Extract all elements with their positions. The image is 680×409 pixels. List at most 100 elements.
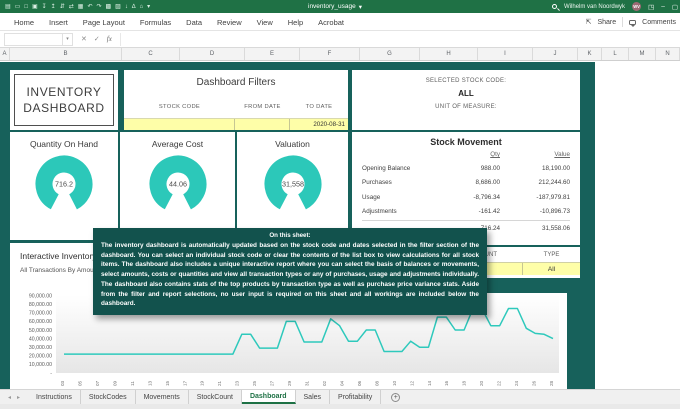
from-date-input-cell[interactable] — [235, 119, 290, 130]
maximize-button[interactable]: ▢ — [672, 3, 678, 11]
column-header-K[interactable]: K — [578, 48, 602, 60]
x-axis-tick-label: 08 — [374, 380, 379, 386]
to-date-label: TO DATE — [305, 104, 333, 110]
y-axis-tick-label: 30,000.00 — [29, 345, 52, 351]
sheet-tabs: Instructions StockCodes Movements StockCoun… — [28, 390, 382, 404]
add-sheet-button[interactable]: + — [391, 390, 401, 404]
x-axis-tick-label: 14 — [427, 380, 432, 386]
selected-stock-code-label: SELECTED STOCK CODE: — [425, 78, 507, 84]
column-header-A[interactable]: A — [0, 48, 10, 60]
gauge-donut[interactable]: 31,558 — [237, 154, 348, 219]
print-icon[interactable]: ▣ — [32, 4, 38, 10]
stock-code-label: STOCK CODE — [158, 104, 201, 110]
transactions-line-series[interactable] — [64, 307, 554, 355]
grid-icon[interactable]: ▩ — [106, 4, 112, 10]
formula-input[interactable] — [119, 32, 680, 46]
dashboard-sheet: INVENTORY DASHBOARD Dashboard Filters ST… — [0, 62, 595, 389]
to-date-input-cell[interactable]: 2020-08-31 — [290, 119, 348, 130]
y-axis-tick-label: 20,000.00 — [29, 354, 52, 360]
download-icon[interactable]: ↓ — [125, 4, 128, 10]
chevron-down-icon: ▾ — [358, 3, 362, 11]
pivot-icon[interactable]: ▨ — [115, 4, 121, 10]
gauge-donut[interactable]: 44.06 — [120, 154, 235, 219]
column-header-I[interactable]: I — [478, 48, 533, 60]
ribbon-tab-home[interactable]: Home — [14, 18, 34, 27]
column-header-G[interactable]: G — [360, 48, 420, 60]
sheet-tab-dashboard[interactable]: Dashboard — [241, 390, 296, 404]
x-axis-tick-label: 28 — [549, 380, 554, 386]
y-axis-tick-label: 80,000.00 — [29, 302, 52, 308]
stock-code-input-cell[interactable] — [124, 119, 235, 130]
sheet-tab-stockcount[interactable]: StockCount — [189, 390, 242, 404]
type-input-cell[interactable]: All — [523, 263, 580, 275]
tooltip-title: On this sheet: — [269, 232, 311, 239]
import-icon[interactable]: ↥ — [51, 4, 56, 10]
gauge-donut[interactable]: 716.2 — [10, 154, 118, 219]
x-axis-tick-label: 11 — [130, 381, 135, 386]
ribbon-options-icon[interactable]: ◳ — [648, 3, 654, 11]
column-header-M[interactable]: M — [629, 48, 656, 60]
column-header-H[interactable]: H — [420, 48, 478, 60]
ribbon-tab-data[interactable]: Data — [186, 18, 202, 27]
cancel-icon[interactable]: ✕ — [81, 35, 87, 43]
redo-icon[interactable]: ↷ — [96, 4, 101, 10]
share-button[interactable]: Share — [597, 19, 616, 26]
open-icon[interactable]: ▭ — [15, 4, 21, 10]
sheet-tab-instructions[interactable]: Instructions — [28, 390, 81, 404]
qty-column-header: Qty — [490, 151, 500, 158]
column-header-F[interactable]: F — [300, 48, 360, 60]
ribbon-tab-review[interactable]: Review — [217, 18, 242, 27]
sort-icon[interactable]: ⇵ — [60, 4, 65, 10]
sheet-tab-stockcodes[interactable]: StockCodes — [81, 390, 136, 404]
avatar[interactable]: WV — [632, 2, 642, 11]
x-axis-tick-label: 21 — [217, 380, 222, 386]
comments-button[interactable]: Comments — [642, 19, 676, 26]
new-icon[interactable]: □ — [24, 4, 28, 10]
stock-movement-row: Usage -8,796.34 -187,979.81 — [362, 193, 570, 201]
ribbon-tab-acrobat[interactable]: Acrobat — [318, 18, 344, 27]
column-header-J[interactable]: J — [533, 48, 578, 60]
column-headers: ABCDEFGHIJKLMN — [0, 48, 680, 61]
sheet-tab-sales[interactable]: Sales — [296, 390, 331, 404]
sheet-tab-profitability[interactable]: Profitability — [330, 390, 382, 404]
x-axis-tick-label: 16 — [444, 380, 449, 386]
name-box-dropdown-icon[interactable]: ▾ — [62, 32, 73, 46]
save-icon[interactable]: ▤ — [5, 4, 11, 10]
ribbon-tab-help[interactable]: Help — [288, 18, 303, 27]
column-header-N[interactable]: N — [656, 48, 680, 60]
workbook-title[interactable]: inventory_usage ▾ — [308, 0, 362, 13]
x-axis-tick-label: 06 — [357, 380, 362, 386]
home-icon[interactable]: ⌂ — [140, 4, 144, 10]
minimize-button[interactable]: – — [661, 3, 665, 10]
column-header-D[interactable]: D — [180, 48, 245, 60]
x-axis-tick-label: 31 — [305, 380, 310, 386]
export-icon[interactable]: ↧ — [42, 4, 47, 10]
table-icon[interactable]: ▦ — [78, 4, 84, 10]
name-box[interactable] — [4, 32, 62, 46]
insert-function-icon[interactable]: fx — [107, 35, 112, 43]
y-axis-tick-label: 10,000.00 — [29, 362, 52, 368]
svg-text:716.2: 716.2 — [55, 180, 73, 189]
dashboard-title-line1: INVENTORY — [26, 85, 102, 99]
ribbon-tab-view[interactable]: View — [257, 18, 273, 27]
ribbon-tab-page-layout[interactable]: Page Layout — [83, 18, 125, 27]
sheet-nav-next-icon[interactable]: ▸ — [17, 394, 20, 401]
search-icon[interactable] — [552, 4, 558, 9]
x-axis-tick-label: 05 — [77, 380, 82, 386]
ribbon-tab-formulas[interactable]: Formulas — [140, 18, 171, 27]
share-icon: ⇱ — [585, 19, 592, 26]
total-value: 31,558.06 — [541, 224, 570, 232]
column-header-E[interactable]: E — [245, 48, 300, 60]
column-header-L[interactable]: L — [602, 48, 629, 60]
ribbon-tab-insert[interactable]: Insert — [49, 18, 68, 27]
sheet-tab-movements[interactable]: Movements — [136, 390, 189, 404]
chart-icon[interactable]: ∆ — [132, 4, 136, 10]
column-header-C[interactable]: C — [122, 48, 180, 60]
column-header-B[interactable]: B — [10, 48, 122, 60]
gauge-title: Average Cost — [151, 139, 204, 149]
undo-icon[interactable]: ↶ — [87, 4, 92, 10]
sheet-nav-prev-icon[interactable]: ◂ — [8, 394, 11, 401]
enter-icon[interactable]: ✓ — [94, 35, 100, 43]
more-commands-icon[interactable]: ▾ — [147, 4, 150, 10]
swap-icon[interactable]: ⇄ — [69, 4, 74, 10]
